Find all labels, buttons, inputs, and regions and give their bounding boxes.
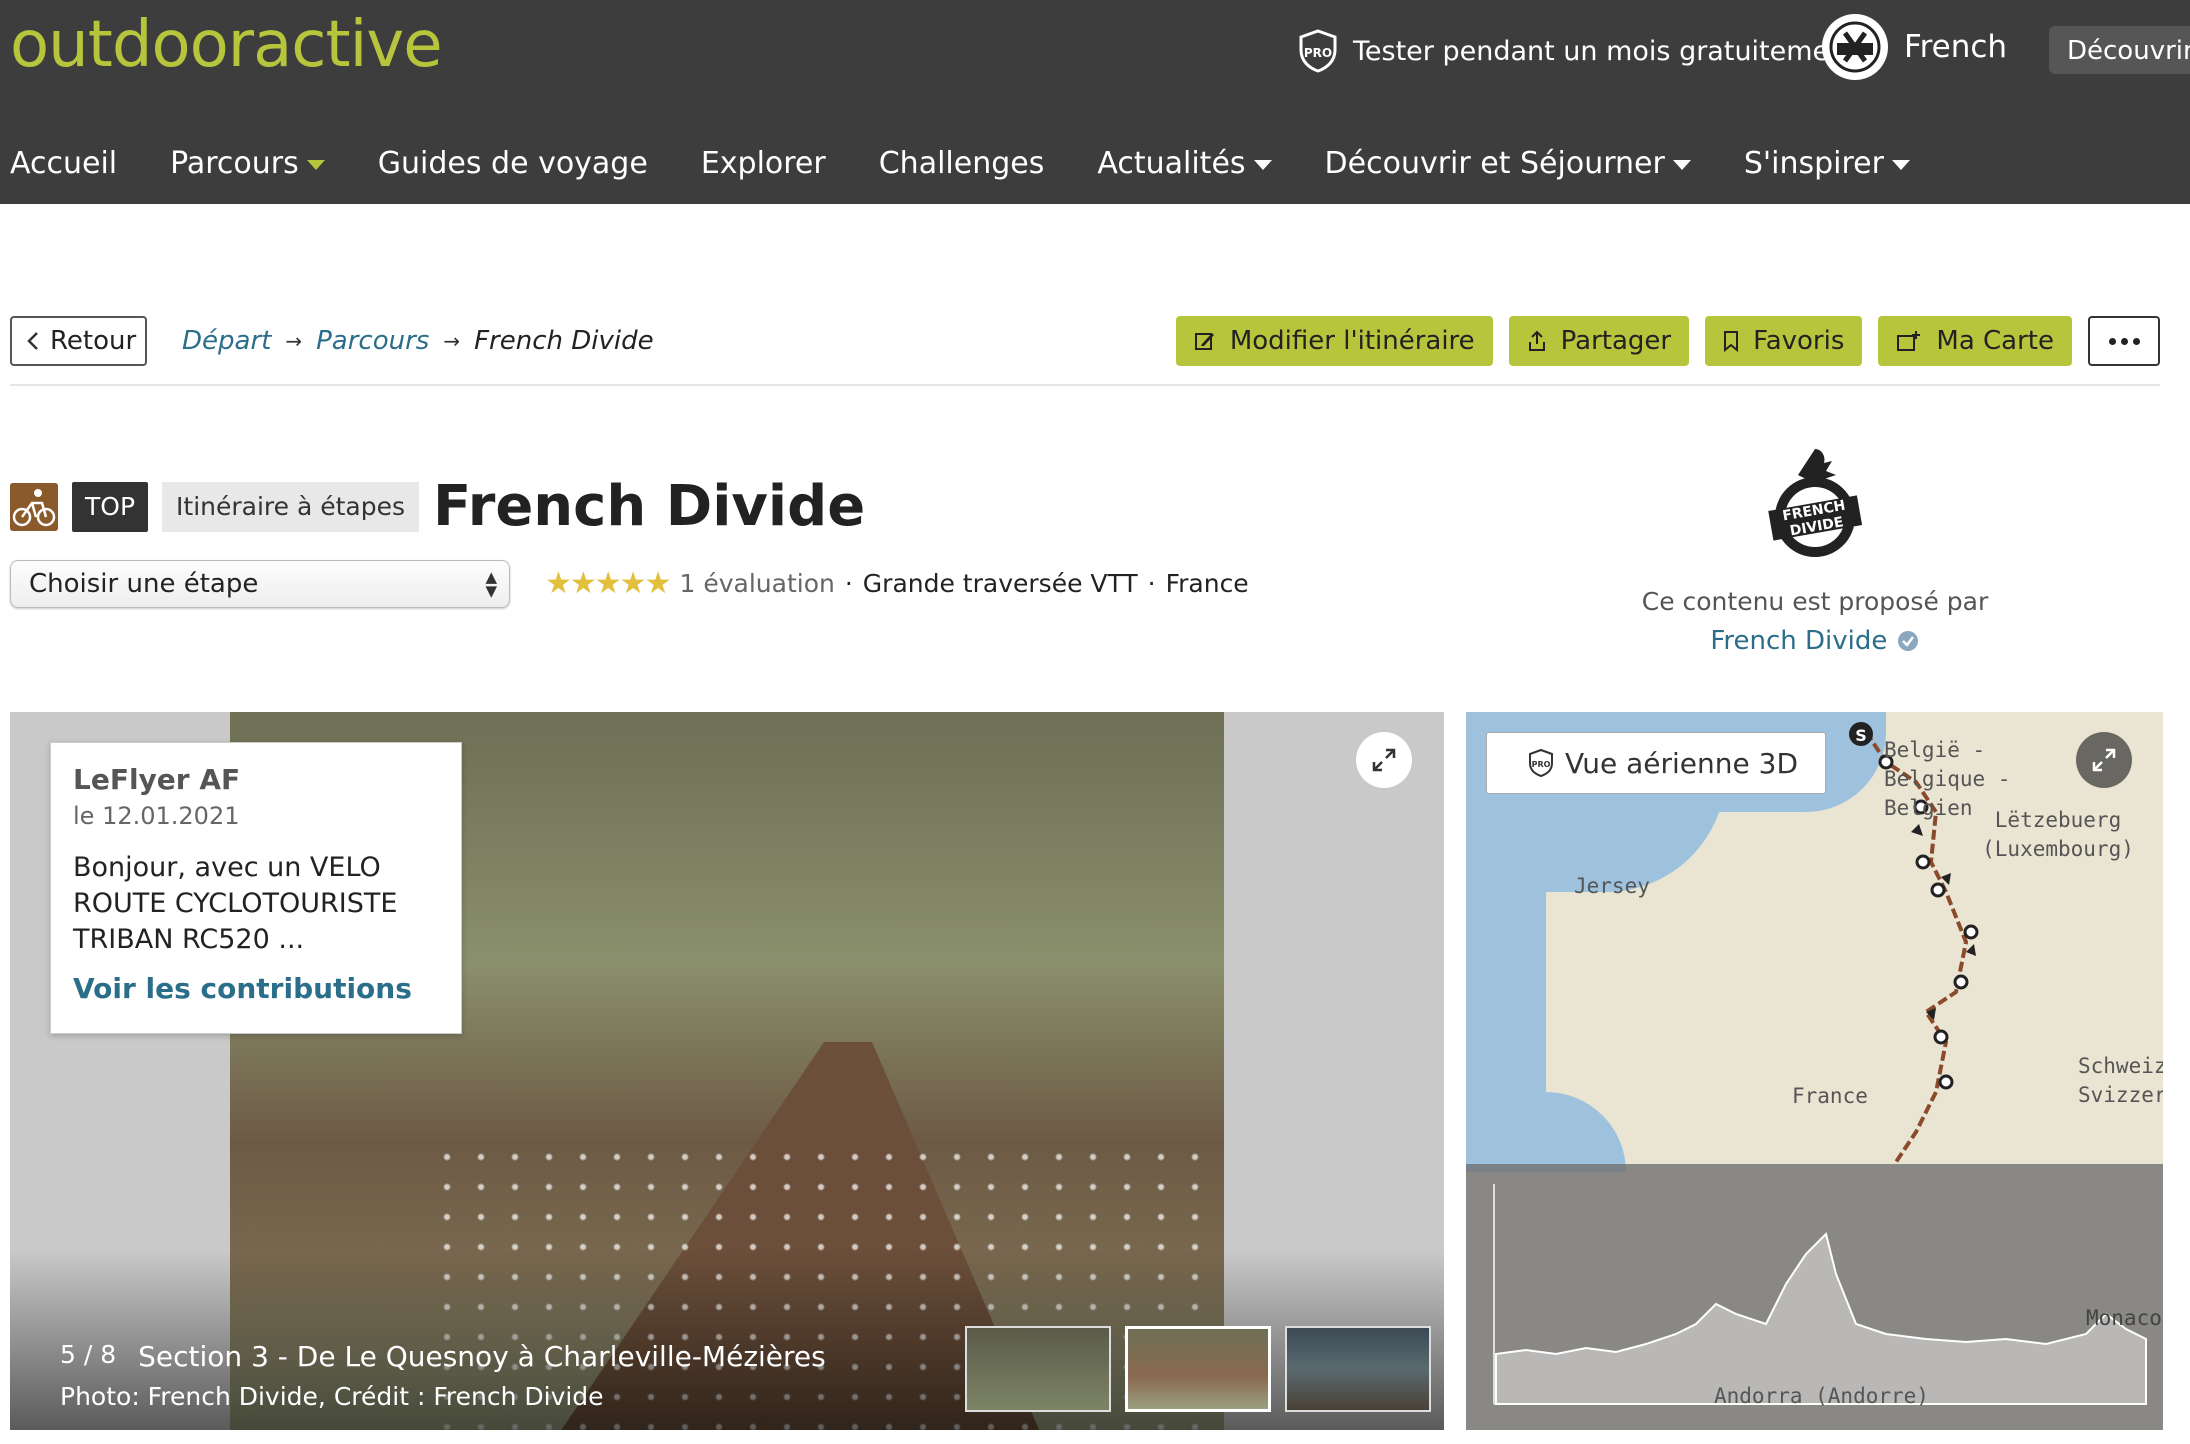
- top-header: outdooractive PRO Tester pendant un mois…: [0, 0, 2190, 204]
- french-divide-logo[interactable]: FRENCH DIVIDE: [1760, 445, 1870, 565]
- tour-type-badge: Itinéraire à étapes: [162, 481, 420, 532]
- more-options-button[interactable]: [2088, 316, 2160, 366]
- breadcrumb-current: French Divide: [474, 326, 654, 356]
- trial-link[interactable]: PRO Tester pendant un mois gratuitement: [1295, 28, 1857, 74]
- svg-text:PRO: PRO: [1532, 760, 1551, 769]
- trial-text: Tester pendant un mois gratuitement: [1353, 35, 1857, 67]
- back-button[interactable]: Retour: [10, 316, 147, 366]
- svg-text:PRO: PRO: [1304, 46, 1332, 60]
- photo-credit: Photo: French Divide, Crédit : French Di…: [60, 1382, 604, 1411]
- pro-shield-icon: PRO: [1529, 748, 1553, 778]
- favorites-button[interactable]: Favoris: [1705, 316, 1863, 366]
- comment-date: le 12.01.2021: [73, 802, 240, 830]
- map-label-andorra: Andorra (Andorre): [1714, 1384, 1929, 1408]
- chevron-down-icon: [1672, 160, 1691, 170]
- language-label: French: [1904, 29, 2008, 65]
- thumbnail[interactable]: [965, 1326, 1111, 1412]
- verified-icon: [1897, 631, 1918, 651]
- main-nav: Accueil Parcours Guides de voyage Explor…: [0, 140, 1963, 186]
- bookmark-icon: [1724, 331, 1739, 352]
- discover-button[interactable]: Découvrir O: [2049, 26, 2190, 74]
- thumbnail-selected[interactable]: [1125, 1326, 1271, 1412]
- top-badge: TOP: [72, 481, 149, 532]
- my-map-button[interactable]: Ma Carte: [1878, 316, 2072, 366]
- map-label-france: France: [1792, 1084, 1868, 1108]
- map-add-icon: [1897, 331, 1921, 351]
- nav-item-guides[interactable]: Guides de voyage: [378, 146, 648, 181]
- gallery-thumbnails: [965, 1326, 1431, 1412]
- nav-item-actualites[interactable]: Actualités: [1097, 146, 1272, 181]
- chevron-down-icon: [306, 160, 325, 170]
- breadcrumb-parcours[interactable]: Parcours: [316, 326, 429, 356]
- map-label-jersey: Jersey: [1574, 874, 1650, 898]
- nav-item-explorer[interactable]: Explorer: [701, 146, 826, 181]
- expand-map-button[interactable]: [2076, 732, 2132, 788]
- nav-item-parcours[interactable]: Parcours: [170, 146, 325, 181]
- arrow-right-icon: →: [285, 329, 303, 353]
- route-map[interactable]: S PRO Vue aérienne 3D België - Belgique …: [1466, 712, 2163, 1430]
- view-contributions-link[interactable]: Voir les contributions: [73, 972, 439, 1005]
- map-label-luxembourg: Lëtzebuerg (Luxembourg): [1982, 808, 2134, 861]
- start-marker-label: S: [1855, 726, 1867, 745]
- edit-icon: [1194, 333, 1214, 350]
- page-title: French Divide: [433, 474, 866, 539]
- elevation-profile[interactable]: Monaco Andorra (Andorre): [1466, 1164, 2163, 1430]
- nav-item-challenges[interactable]: Challenges: [879, 146, 1045, 181]
- select-arrows-icon: ▲ ▼: [485, 568, 497, 600]
- expand-icon: [2092, 748, 2116, 772]
- tour-category: Grande traversée VTT: [862, 569, 1138, 598]
- provider-label: Ce contenu est proposé par: [1641, 587, 1989, 616]
- nav-item-inspirer[interactable]: S'inspirer: [1744, 146, 1910, 181]
- comment-author[interactable]: LeFlyer AF: [73, 763, 439, 796]
- french-divide-logo-icon: [1829, 21, 1881, 73]
- map-label-switzerland: Schweiz Svizzer: [2078, 1054, 2163, 1107]
- chevron-left-icon: [27, 332, 38, 350]
- rating-row: ★★★★★ 1 évaluation · Grande traversée VT…: [545, 566, 1249, 601]
- nav-item-decouvrir[interactable]: Découvrir et Séjourner: [1325, 146, 1691, 181]
- more-icon: [2108, 337, 2140, 345]
- breadcrumb-depart[interactable]: Départ: [182, 326, 271, 356]
- share-button[interactable]: Partager: [1508, 316, 1690, 366]
- photo-gallery[interactable]: LeFlyer AF le 12.01.2021 Bonjour, avec u…: [10, 712, 1444, 1430]
- star-rating: ★★★★★: [545, 566, 671, 601]
- breadcrumb: Départ → Parcours → French Divide: [182, 326, 654, 356]
- pro-shield-icon: PRO: [1299, 29, 1337, 73]
- gallery-page-indicator: 5 / 8: [60, 1340, 117, 1369]
- edit-route-button[interactable]: Modifier l'itinéraire: [1175, 316, 1493, 366]
- aerial-3d-button[interactable]: PRO Vue aérienne 3D: [1486, 732, 1826, 794]
- tour-heading: TOP Itinéraire à étapes French Divide: [10, 474, 865, 539]
- site-logo[interactable]: outdooractive: [10, 8, 443, 82]
- chevron-down-icon: [1253, 160, 1272, 170]
- rating-count[interactable]: 1 évaluation: [679, 569, 834, 598]
- avatar: [1822, 14, 1888, 80]
- mountain-bike-icon: [10, 482, 58, 531]
- provider-box: FRENCH DIVIDE Ce contenu est proposé par…: [1600, 445, 2030, 656]
- language-selector[interactable]: French: [1822, 14, 2007, 80]
- comment-text: Bonjour, avec un VELO ROUTE CYCLOTOURIST…: [73, 852, 398, 955]
- stage-select[interactable]: Choisir une étape ▲ ▼: [10, 560, 510, 608]
- provider-link[interactable]: French Divide: [1600, 626, 2030, 656]
- expand-icon: [1372, 748, 1396, 772]
- gallery-caption: 5 / 8 Section 3 - De Le Quesnoy à Charle…: [60, 1340, 826, 1373]
- comment-card: LeFlyer AF le 12.01.2021 Bonjour, avec u…: [50, 742, 462, 1034]
- arrow-right-icon: →: [443, 329, 461, 353]
- thumbnail[interactable]: [1285, 1326, 1431, 1412]
- share-icon: [1528, 330, 1545, 351]
- expand-gallery-button[interactable]: [1356, 732, 1412, 788]
- nav-item-accueil[interactable]: Accueil: [10, 146, 117, 181]
- breadcrumb-bar: Retour Départ → Parcours → French Divide…: [10, 316, 2160, 386]
- chevron-down-icon: [1891, 160, 1910, 170]
- gallery-caption-text: Section 3 - De Le Quesnoy à Charleville-…: [138, 1340, 826, 1373]
- action-buttons: Modifier l'itinéraire Partager Favoris M…: [1175, 316, 2160, 366]
- map-label-monaco: Monaco: [2086, 1306, 2162, 1330]
- tour-country: France: [1165, 569, 1249, 598]
